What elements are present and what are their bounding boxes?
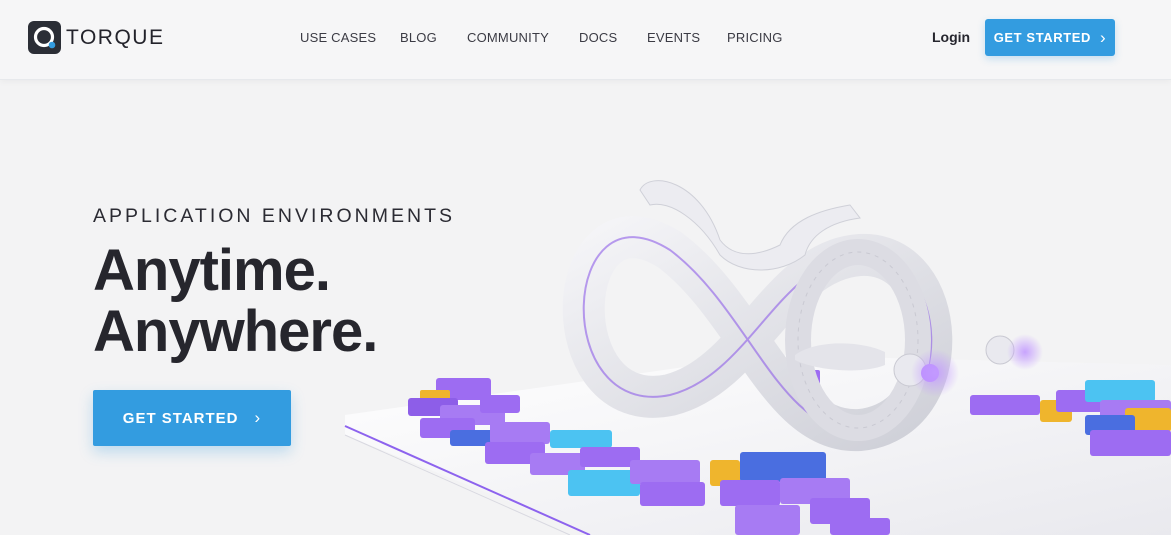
nav-item-blog[interactable]: BLOG (400, 30, 437, 45)
get-started-label: GET STARTED (122, 409, 239, 427)
get-started-label: GET STARTED (993, 30, 1092, 45)
torque-logo-icon (28, 21, 61, 54)
chevron-right-icon: › (1100, 27, 1107, 47)
nav-item-docs[interactable]: DOCS (579, 30, 617, 45)
hero-illustration (344, 180, 1171, 535)
login-link[interactable]: Login (932, 29, 970, 45)
get-started-button-header[interactable]: GET STARTED › (985, 19, 1115, 56)
get-started-button-hero[interactable]: GET STARTED › (93, 390, 291, 446)
top-navigation-bar: TORQUE USE CASES BLOG COMMUNITY DOCS EVE… (0, 0, 1171, 80)
nav-item-community[interactable]: COMMUNITY (467, 30, 549, 45)
nav-item-pricing[interactable]: PRICING (727, 30, 783, 45)
nav-item-events[interactable]: EVENTS (647, 30, 700, 45)
nav-item-use-cases[interactable]: USE CASES (300, 30, 376, 45)
chevron-right-icon: › (254, 408, 262, 427)
brand-logo[interactable]: TORQUE (28, 21, 164, 54)
brand-name: TORQUE (66, 25, 165, 49)
